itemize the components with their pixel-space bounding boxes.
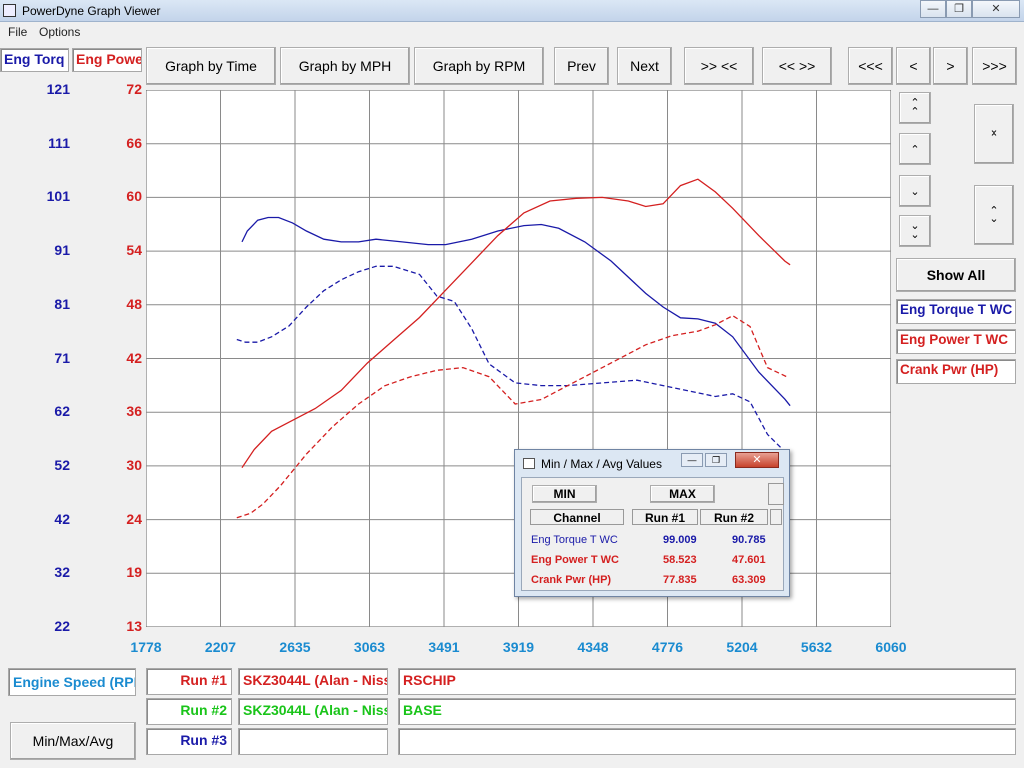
run2-name-field[interactable]: SKZ3044L (Alan - Nissan): [238, 698, 388, 725]
header-extra: [770, 509, 782, 525]
header-run2: Run #2: [700, 509, 768, 525]
power-tick-label: 72: [126, 81, 142, 97]
channel-torque-label[interactable]: Eng Torque T WC: [896, 299, 1016, 324]
run1-name-field[interactable]: SKZ3044L (Alan - Nissan): [238, 668, 388, 695]
window-title: PowerDyne Graph Viewer: [22, 4, 161, 18]
run1-label: Run #1: [146, 668, 232, 695]
rpm-tick-label: 4348: [577, 639, 609, 655]
rpm-tick-label: 4776: [651, 639, 684, 655]
row-run2-value: 90.785: [732, 534, 766, 546]
run3-note-field[interactable]: [398, 728, 1016, 755]
header-channel: Channel: [530, 509, 624, 525]
power-tick-label: 36: [126, 403, 142, 420]
scroll-up-button[interactable]: ⌃: [899, 133, 931, 165]
power-tick-label: 42: [126, 349, 142, 366]
max-button[interactable]: MAX: [650, 485, 715, 503]
menu-bar: File Options: [0, 22, 1024, 42]
channel-power-label[interactable]: Eng Power T WC: [896, 329, 1016, 354]
power-tick-label: 54: [126, 242, 142, 259]
scroll-first-button[interactable]: <<<: [848, 47, 893, 85]
rpm-tick-label: 3063: [353, 639, 386, 655]
dialog-scroll-stub: [768, 483, 784, 505]
minimize-button[interactable]: —: [920, 0, 946, 18]
torque-axis-tab[interactable]: Eng Torq: [0, 48, 69, 72]
zoom-in-button[interactable]: >> <<: [684, 47, 754, 85]
power-tick-label: 30: [126, 456, 142, 473]
rpm-tick-label: 3919: [502, 639, 535, 655]
page-down-button[interactable]: ⌄ ⌄: [899, 215, 931, 247]
dialog-icon: [523, 458, 535, 469]
min-button[interactable]: MIN: [532, 485, 597, 503]
row-run2-value: 47.601: [732, 554, 766, 566]
page-up-button[interactable]: ⌃ ⌃: [899, 92, 931, 124]
power-tick-label: 24: [126, 510, 142, 527]
run2-label: Run #2: [146, 698, 232, 725]
torque-tick-label: 52: [54, 456, 70, 473]
rpm-tick-label: 6060: [875, 639, 907, 655]
torque-tick-label: 62: [54, 403, 70, 420]
rpm-tick-label: 5204: [726, 639, 758, 655]
torque-tick-label: 22: [54, 618, 70, 634]
run3-label: Run #3: [146, 728, 232, 755]
show-all-button[interactable]: Show All: [896, 258, 1016, 292]
rpm-tick-label: 3491: [428, 639, 460, 655]
torque-tick-label: 91: [54, 242, 70, 259]
min-max-avg-dialog: Min / Max / Avg Values — ❐ ✕ MIN MAX Cha…: [514, 449, 790, 597]
menu-file[interactable]: File: [8, 25, 27, 39]
dialog-close-button[interactable]: ✕: [735, 452, 779, 468]
power-tick-label: 19: [126, 564, 142, 581]
dialog-title: Min / Max / Avg Values: [541, 457, 662, 471]
scroll-forward-button[interactable]: >: [933, 47, 968, 85]
torque-tick-label: 32: [54, 564, 70, 581]
scroll-down-button[interactable]: ⌄: [899, 175, 931, 207]
next-button[interactable]: Next: [617, 47, 672, 85]
row-run1-value: 77.835: [663, 574, 697, 586]
rpm-tick-label: 2635: [279, 639, 311, 655]
torque-tick-label: 81: [54, 295, 70, 312]
torque-tick-label: 111: [48, 134, 70, 151]
power-axis-tab[interactable]: Eng Powe: [72, 48, 142, 72]
row-run1-value: 99.009: [663, 534, 697, 546]
row-channel: Eng Power T WC: [531, 554, 619, 566]
channel-crank-label[interactable]: Crank Pwr (HP): [896, 359, 1016, 384]
maximize-button[interactable]: ❐: [946, 0, 972, 18]
graph-by-mph-button[interactable]: Graph by MPH: [280, 47, 410, 85]
torque-tick-label: 42: [54, 510, 70, 527]
zoom-out-button[interactable]: << >>: [762, 47, 832, 85]
row-channel: Crank Pwr (HP): [531, 574, 612, 586]
menu-options[interactable]: Options: [39, 25, 80, 39]
app-icon: [3, 4, 16, 17]
zoom-y-in-button[interactable]: ⌄ ⌃: [974, 104, 1014, 164]
prev-button[interactable]: Prev: [554, 47, 609, 85]
graph-by-rpm-button[interactable]: Graph by RPM: [414, 47, 544, 85]
min-max-avg-button[interactable]: Min/Max/Avg: [10, 722, 136, 760]
row-run2-value: 63.309: [732, 574, 766, 586]
run3-name-field[interactable]: [238, 728, 388, 755]
dialog-body: MIN MAX Channel Run #1 Run #2 Eng Torque…: [521, 477, 784, 591]
title-bar: PowerDyne Graph Viewer — ❐ ✕: [0, 0, 1024, 22]
zoom-y-out-button[interactable]: ⌃ ⌄: [974, 185, 1014, 245]
header-run1: Run #1: [632, 509, 698, 525]
torque-tick-label: 101: [46, 188, 70, 205]
run2-note-field[interactable]: BASE: [398, 698, 1016, 725]
torque-tick-label: 121: [46, 81, 70, 97]
rpm-tick-label: 5632: [800, 639, 833, 655]
power-tick-label: 13: [126, 618, 142, 634]
row-channel: Eng Torque T WC: [531, 534, 618, 546]
row-run1-value: 58.523: [663, 554, 697, 566]
scroll-back-button[interactable]: <: [896, 47, 931, 85]
power-tick-label: 48: [126, 295, 142, 312]
scroll-last-button[interactable]: >>>: [972, 47, 1017, 85]
graph-by-time-button[interactable]: Graph by Time: [146, 47, 276, 85]
rpm-tick-label: 1778: [130, 639, 162, 655]
x-channel-field[interactable]: Engine Speed (RPM): [8, 668, 136, 696]
power-tick-label: 66: [126, 134, 142, 151]
power-tick-label: 60: [126, 188, 142, 205]
close-button[interactable]: ✕: [972, 0, 1020, 18]
run1-note-field[interactable]: RSCHIP: [398, 668, 1016, 695]
dialog-maximize-button[interactable]: ❐: [705, 453, 727, 467]
torque-tick-label: 71: [54, 349, 70, 366]
dialog-minimize-button[interactable]: —: [681, 453, 703, 467]
rpm-tick-label: 2207: [204, 639, 237, 655]
